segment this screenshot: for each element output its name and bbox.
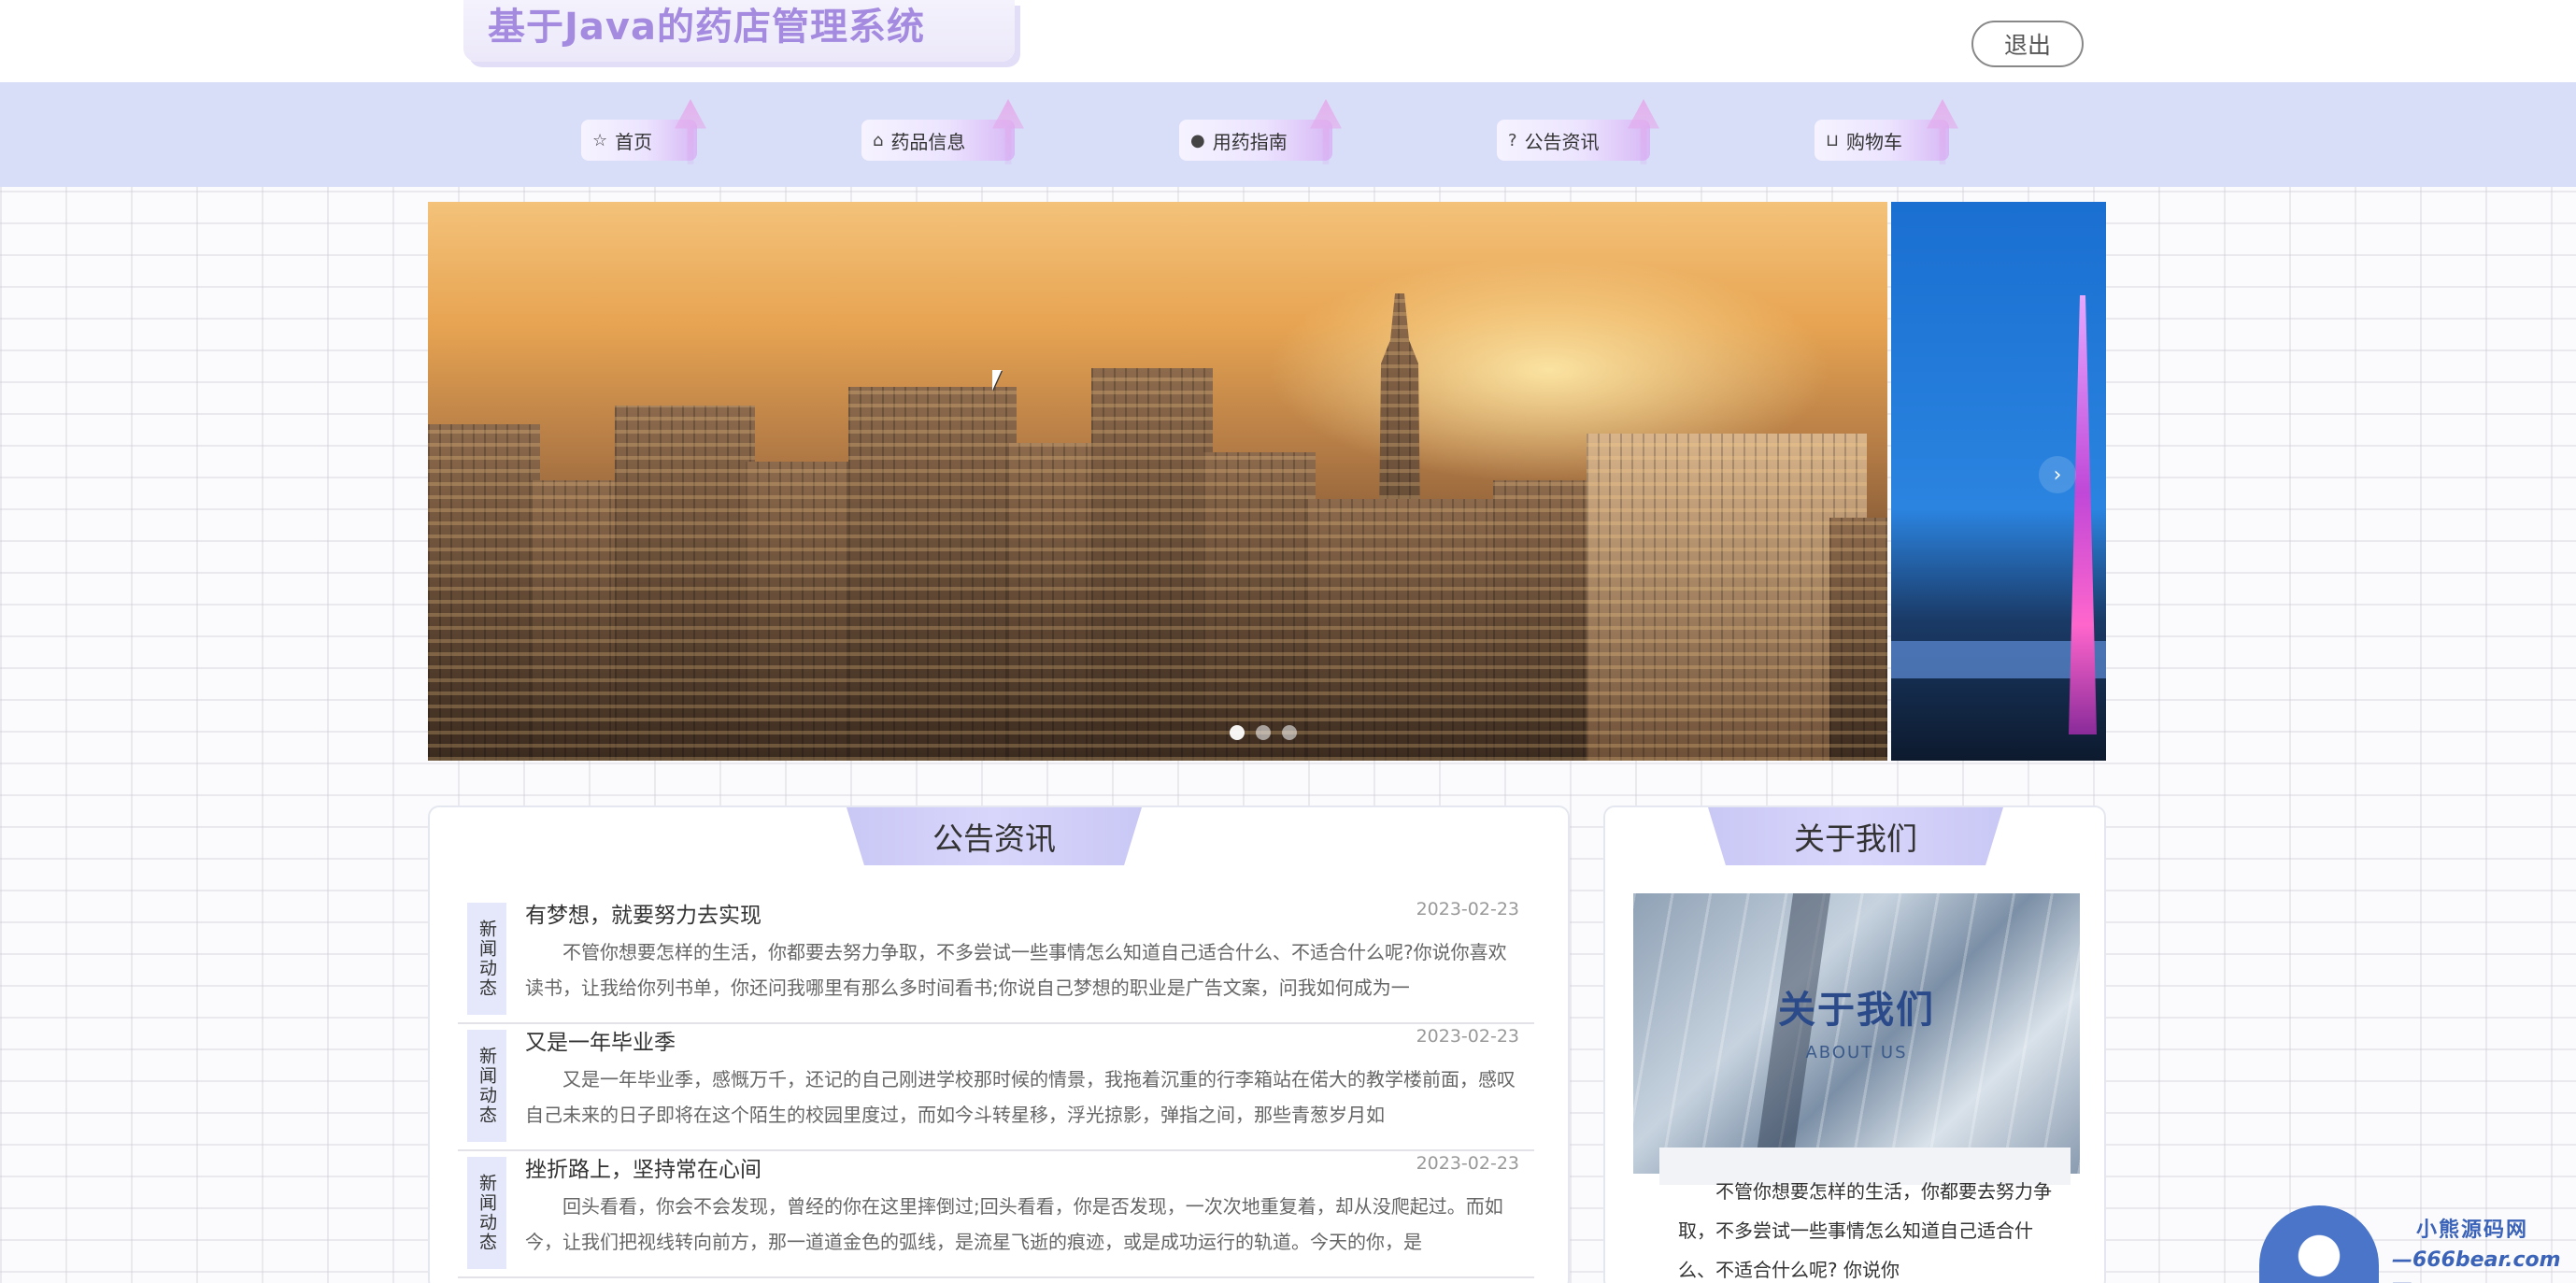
watermark: 小熊源码网 —666bear.com— [2252, 1205, 2576, 1283]
bear-logo-icon [2259, 1205, 2379, 1283]
news-section-title: 公告资讯 [847, 807, 1142, 865]
logout-button[interactable]: 退出 [1971, 21, 2084, 67]
banner-carousel[interactable]: › [428, 202, 2106, 761]
nav-item-medication-guide[interactable]: ● 用药指南 [1179, 99, 1342, 164]
star-icon: ☆ [592, 130, 608, 150]
bag-icon: ⌂ [873, 130, 884, 150]
news-panel: 公告资讯 新闻动态 有梦想，就要努力去实现 2023-02-23 不管你想要怎样… [428, 805, 1570, 1283]
nav-item-label: 公告资讯 [1524, 130, 1600, 153]
news-tag: 新闻动态 [467, 1157, 506, 1269]
about-image-title: 关于我们 [1778, 989, 1935, 1032]
about-image[interactable]: 关于我们 ABOUT US [1633, 893, 2080, 1174]
site-title: 基于Java的药店管理系统 [488, 6, 925, 49]
carousel-dot[interactable] [1230, 725, 1245, 740]
news-tag: 新闻动态 [467, 903, 506, 1015]
about-section-title: 关于我们 [1708, 807, 2003, 865]
news-title[interactable]: 挫折路上，坚持常在心间 [525, 1151, 761, 1183]
carousel-slide-city[interactable] [428, 202, 1887, 761]
about-text: 不管你想要怎样的生活，你都要去努力争取，不多尝试一些事情怎么知道自己适合什么、不… [1678, 1180, 2052, 1281]
building-glass-pattern [1633, 893, 2080, 1174]
carousel-dot[interactable] [1282, 725, 1297, 740]
news-summary: 回头看看，你会不会发现，曾经的你在这里摔倒过;回头看看，你是否发现，一次次地重复… [525, 1195, 1503, 1253]
question-icon: ? [1508, 130, 1517, 150]
news-date: 2023-02-23 [1416, 1153, 1519, 1174]
about-panel: 关于我们 关于我们 ABOUT US 不管你想要怎样的生活，你都要去努力争取，不… [1603, 805, 2106, 1283]
cart-icon: ⊔ [1826, 130, 1840, 150]
nav-item-label: 药品信息 [890, 130, 966, 153]
news-list-item[interactable]: 新闻动态 有梦想，就要努力去实现 2023-02-23 不管你想要怎样的生活，你… [458, 897, 1534, 1024]
news-tag: 新闻动态 [467, 1030, 506, 1142]
nav-item-announcements[interactable]: ? 公告资讯 [1497, 99, 1659, 164]
nav-item-label: 首页 [615, 130, 653, 153]
nav-item-home[interactable]: ☆ 首页 [581, 99, 706, 164]
about-image-subtitle: ABOUT US [1805, 1043, 1908, 1062]
news-list-item[interactable]: 新闻动态 又是一年毕业季 2023-02-23 又是一年毕业季，感慨万千，还记的… [458, 1024, 1534, 1151]
carousel-indicators [1230, 725, 1297, 740]
news-summary: 不管你想要怎样的生活，你都要去努力争取，不多尝试一些事情怎么知道自己适合什么、不… [525, 941, 1507, 999]
news-date: 2023-02-23 [1416, 1026, 1519, 1047]
watermark-line1: 小熊源码网 [2416, 1219, 2529, 1242]
nav-item-drug-info[interactable]: ⌂ 药品信息 [861, 99, 1024, 164]
news-summary: 又是一年毕业季，感慨万千，还记的自己刚进学校那时候的情景，我拖着沉重的行李箱站在… [525, 1068, 1516, 1126]
carousel-next-arrow-icon[interactable]: › [2039, 456, 2076, 493]
watermark-line2: —666bear.com— [2392, 1248, 2561, 1283]
news-date: 2023-02-23 [1416, 899, 1519, 919]
main-nav: ☆ 首页 ⌂ 药品信息 ● 用药指南 ? 公告资讯 ⊔ 购物车 [0, 82, 2576, 187]
nav-item-label: 用药指南 [1212, 130, 1288, 153]
nav-item-label: 购物车 [1846, 130, 1903, 153]
mouse-cursor-icon [992, 370, 1002, 391]
news-title[interactable]: 有梦想，就要努力去实现 [525, 897, 761, 929]
carousel-dot[interactable] [1256, 725, 1271, 740]
news-list-item[interactable]: 新闻动态 挫折路上，坚持常在心间 2023-02-23 回头看看，你会不会发现，… [458, 1151, 1534, 1278]
news-title[interactable]: 又是一年毕业季 [525, 1024, 676, 1056]
site-logo[interactable]: 基于Java的药店管理系统 [463, 0, 1015, 62]
tv-tower [2069, 295, 2097, 734]
info-icon: ● [1190, 130, 1205, 150]
nav-item-cart[interactable]: ⊔ 购物车 [1815, 99, 1958, 164]
header: 基于Java的药店管理系统 退出 [0, 0, 2576, 82]
